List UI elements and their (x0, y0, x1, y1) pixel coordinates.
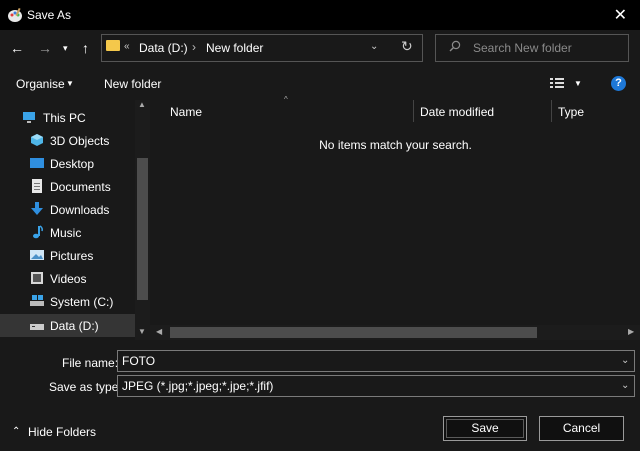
sidebar-item-label: Pictures (50, 249, 94, 263)
breadcrumb-new-folder[interactable]: New folder (206, 41, 263, 55)
sidebar-item-this-pc[interactable]: This PC (0, 106, 135, 129)
breadcrumb-separator[interactable]: › (192, 40, 196, 54)
downloads-icon (31, 202, 43, 215)
sidebar-item-label: Data (D:) (50, 319, 99, 333)
file-name-field[interactable]: FOTO (117, 350, 635, 372)
desktop-icon (30, 158, 44, 168)
scroll-down-icon[interactable]: ▼ (138, 327, 146, 336)
sidebar-item-videos[interactable]: Videos (0, 267, 135, 290)
save-as-type-label: Save as type: (49, 380, 122, 394)
sidebar-item-music[interactable]: Music (0, 221, 135, 244)
command-toolbar (0, 66, 640, 100)
save-as-type-select[interactable]: JPEG (*.jpg;*.jpeg;*.jpe;*.jfif) (117, 375, 635, 397)
sidebar-item-label: Music (50, 226, 82, 240)
sidebar-item-data-d[interactable]: Data (D:) (0, 314, 135, 337)
file-list (150, 100, 640, 340)
breadcrumb-data-drive[interactable]: Data (D:) (139, 41, 188, 55)
documents-icon (32, 179, 42, 193)
up-button[interactable]: ↑ (82, 40, 89, 56)
organise-button[interactable]: Organise (16, 77, 65, 91)
sidebar-item-label: 3D Objects (50, 134, 110, 148)
sidebar-item-label: System (C:) (50, 295, 114, 309)
sidebar-item-3d-objects[interactable]: 3D Objects (0, 129, 135, 152)
column-header-name[interactable]: Name (170, 105, 202, 119)
chevron-down-icon[interactable]: ⌄ (621, 380, 629, 391)
column-header-date-modified[interactable]: Date modified (420, 105, 494, 119)
view-options-icon[interactable] (550, 77, 564, 89)
sidebar-item-label: This PC (43, 111, 86, 125)
sidebar-item-label: Desktop (50, 157, 95, 171)
data-drive-icon (30, 324, 44, 330)
back-button[interactable]: ← (10, 40, 24, 56)
breadcrumb-overflow[interactable]: « (124, 41, 130, 52)
sidebar-item-downloads[interactable]: Downloads (0, 198, 135, 221)
this-pc-icon (23, 112, 35, 123)
pictures-icon (30, 250, 44, 260)
scroll-left-icon[interactable]: ◀ (156, 327, 162, 336)
search-icon (449, 40, 461, 52)
chevron-down-icon[interactable]: ⌄ (621, 355, 629, 366)
music-icon (33, 225, 43, 239)
new-folder-button[interactable]: New folder (104, 77, 161, 91)
title-bar (0, 0, 640, 30)
help-icon[interactable]: ? (611, 76, 626, 91)
forward-button[interactable]: → (38, 40, 52, 56)
scroll-right-icon[interactable]: ▶ (628, 327, 634, 336)
column-divider[interactable] (551, 100, 552, 122)
sidebar-item-label: Videos (50, 272, 87, 286)
paint-palette-icon (8, 7, 22, 22)
file-name-label: File name: (62, 356, 119, 370)
folder-icon (106, 40, 120, 51)
window-title: Save As (27, 8, 72, 22)
sort-indicator-icon: ^ (284, 95, 288, 104)
sidebar-item-label: Downloads (50, 203, 110, 217)
search-input[interactable]: Search New folder (473, 41, 572, 55)
chevron-down-icon[interactable]: ▼ (66, 79, 74, 88)
videos-icon (31, 272, 43, 284)
recent-locations-button[interactable]: ▾ (63, 43, 68, 54)
system-drive-icon (30, 295, 44, 306)
column-divider[interactable] (413, 100, 414, 122)
sidebar-item-label: Documents (50, 180, 111, 194)
chevron-down-icon[interactable]: ▼ (574, 79, 582, 88)
address-dropdown-icon[interactable]: ⌄ (370, 41, 378, 52)
sidebar-scrollbar-thumb[interactable] (137, 158, 148, 300)
sidebar-item-system-c[interactable]: System (C:) (0, 290, 135, 313)
cancel-button[interactable]: Cancel (539, 416, 624, 441)
horizontal-scrollbar-thumb[interactable] (170, 327, 537, 338)
focus-ring (446, 419, 524, 438)
scroll-up-icon[interactable]: ▲ (138, 100, 146, 109)
sidebar-item-pictures[interactable]: Pictures (0, 244, 135, 267)
sidebar-item-documents[interactable]: Documents (0, 175, 135, 198)
hide-folders-button[interactable]: Hide Folders (28, 425, 96, 439)
chevron-up-icon[interactable]: ⌃ (12, 426, 20, 437)
column-header-type[interactable]: Type (558, 105, 584, 119)
3d-objects-icon (31, 134, 43, 146)
sidebar-item-desktop[interactable]: Desktop (0, 152, 135, 175)
empty-state-message: No items match your search. (319, 138, 472, 152)
close-icon[interactable]: ✕ (614, 5, 627, 25)
refresh-icon[interactable]: ↻ (401, 38, 413, 55)
